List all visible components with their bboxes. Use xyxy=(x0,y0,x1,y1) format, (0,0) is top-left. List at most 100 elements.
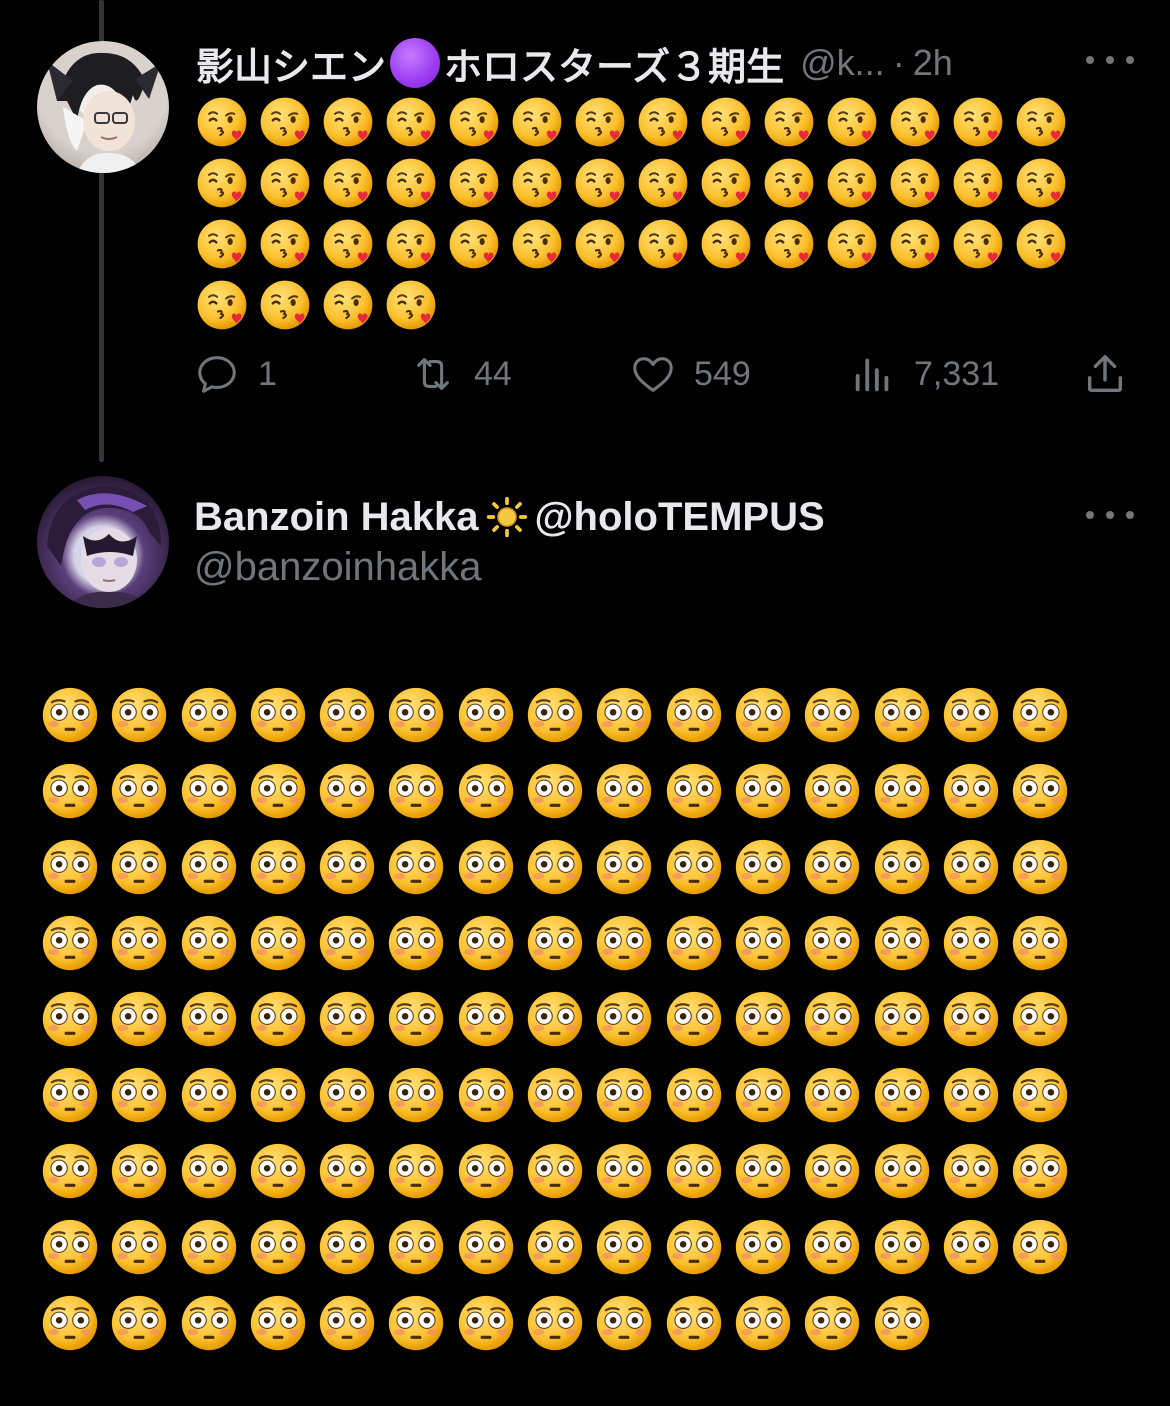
flushed-face-icon xyxy=(457,762,515,820)
avatar[interactable] xyxy=(37,41,169,173)
like-count: 549 xyxy=(694,354,751,393)
flushed-face-icon xyxy=(595,1294,653,1352)
emoji-row xyxy=(41,1142,1080,1218)
flushed-face-icon xyxy=(110,990,168,1048)
display-name[interactable]: Banzoin Hakka xyxy=(194,495,479,540)
flushed-face-icon xyxy=(387,1142,445,1200)
flushed-face-icon xyxy=(110,914,168,972)
kissing-face-with-heart-icon xyxy=(952,157,1004,209)
flushed-face-icon xyxy=(734,914,792,972)
emoji-row xyxy=(196,157,1076,217)
user-handle[interactable]: @k... xyxy=(800,42,885,84)
flushed-face-icon xyxy=(457,1066,515,1124)
kissing-face-with-heart-icon xyxy=(889,96,941,148)
flushed-face-icon xyxy=(1011,1066,1069,1124)
flushed-face-icon xyxy=(873,686,931,744)
kissing-face-with-heart-icon xyxy=(826,96,878,148)
kissing-face-with-heart-icon xyxy=(385,279,437,331)
timestamp[interactable]: 2h xyxy=(913,42,953,84)
flushed-face-icon xyxy=(457,1294,515,1352)
flushed-face-icon xyxy=(942,1142,1000,1200)
emoji-row xyxy=(41,1066,1080,1142)
flushed-face-icon xyxy=(180,762,238,820)
flushed-face-icon xyxy=(665,1066,723,1124)
flushed-face-icon xyxy=(387,686,445,744)
kissing-face-with-heart-icon xyxy=(1015,96,1067,148)
flushed-face-icon xyxy=(180,1142,238,1200)
kissing-face-with-heart-icon xyxy=(511,157,563,209)
repost-button[interactable]: 44 xyxy=(410,348,512,400)
flushed-face-icon xyxy=(387,1218,445,1276)
flushed-face-icon xyxy=(595,990,653,1048)
user-handle[interactable]: @banzoinhakka xyxy=(194,545,481,590)
flushed-face-icon xyxy=(734,838,792,896)
flushed-face-icon xyxy=(387,762,445,820)
like-button[interactable]: 549 xyxy=(630,348,751,400)
kissing-face-with-heart-icon xyxy=(637,96,689,148)
flushed-face-icon xyxy=(249,838,307,896)
kissing-face-with-heart-icon xyxy=(889,157,941,209)
views-icon xyxy=(855,358,889,392)
avatar[interactable] xyxy=(37,476,169,608)
flushed-face-icon xyxy=(526,990,584,1048)
flushed-face-icon xyxy=(1011,1218,1069,1276)
flushed-face-icon xyxy=(249,1294,307,1352)
sun-icon xyxy=(486,496,527,538)
more-icon[interactable] xyxy=(1086,50,1134,70)
flushed-face-icon xyxy=(457,838,515,896)
emoji-row xyxy=(41,1294,1080,1370)
flushed-face-icon xyxy=(41,1294,99,1352)
flushed-face-icon xyxy=(249,914,307,972)
kissing-face-with-heart-icon xyxy=(385,96,437,148)
reply-button[interactable]: 1 xyxy=(194,348,277,400)
flushed-face-icon xyxy=(1011,686,1069,744)
flushed-face-icon xyxy=(110,1294,168,1352)
display-name-suffix[interactable]: ホロスターズ３期生 xyxy=(444,36,784,91)
avatar-portrait xyxy=(47,486,161,608)
flushed-face-icon xyxy=(41,686,99,744)
flushed-face-icon xyxy=(734,1066,792,1124)
flushed-face-icon xyxy=(318,1294,376,1352)
flushed-face-icon xyxy=(803,1142,861,1200)
more-icon[interactable] xyxy=(1086,505,1134,525)
repost-icon xyxy=(417,358,449,390)
flushed-face-icon xyxy=(387,1294,445,1352)
flushed-face-icon xyxy=(665,1218,723,1276)
kissing-face-with-heart-icon xyxy=(826,218,878,270)
flushed-face-icon xyxy=(110,1066,168,1124)
flushed-face-icon xyxy=(180,1294,238,1352)
flushed-face-icon xyxy=(873,990,931,1048)
flushed-face-icon xyxy=(457,686,515,744)
kissing-face-with-heart-icon xyxy=(637,218,689,270)
flushed-face-icon xyxy=(318,914,376,972)
like-icon xyxy=(633,357,673,392)
kissing-face-with-heart-icon xyxy=(1015,157,1067,209)
flushed-face-icon xyxy=(387,990,445,1048)
flushed-face-icon xyxy=(665,686,723,744)
flushed-face-icon xyxy=(457,914,515,972)
flushed-face-icon xyxy=(942,1066,1000,1124)
views-count: 7,331 xyxy=(914,354,1000,393)
display-name-suffix[interactable]: @holoTEMPUS xyxy=(535,495,825,540)
flushed-face-icon xyxy=(734,990,792,1048)
separator: · xyxy=(892,42,905,83)
kissing-face-with-heart-icon xyxy=(448,96,500,148)
flushed-face-icon xyxy=(41,914,99,972)
flushed-face-icon xyxy=(803,838,861,896)
views-button[interactable]: 7,331 xyxy=(850,348,999,400)
flushed-face-icon xyxy=(41,1066,99,1124)
display-name[interactable]: 影山シエン xyxy=(196,36,386,91)
flushed-face-icon xyxy=(180,686,238,744)
flushed-face-icon xyxy=(942,1218,1000,1276)
kissing-face-with-heart-icon xyxy=(448,218,500,270)
flushed-face-icon xyxy=(110,686,168,744)
flushed-face-icon xyxy=(249,1142,307,1200)
flushed-face-icon xyxy=(387,914,445,972)
flushed-face-icon xyxy=(180,990,238,1048)
kissing-face-with-heart-icon xyxy=(322,96,374,148)
kissing-face-with-heart-icon xyxy=(700,218,752,270)
share-button[interactable] xyxy=(1082,348,1128,400)
kissing-face-with-heart-icon xyxy=(511,218,563,270)
flushed-face-icon xyxy=(803,1218,861,1276)
flushed-face-icon xyxy=(318,990,376,1048)
